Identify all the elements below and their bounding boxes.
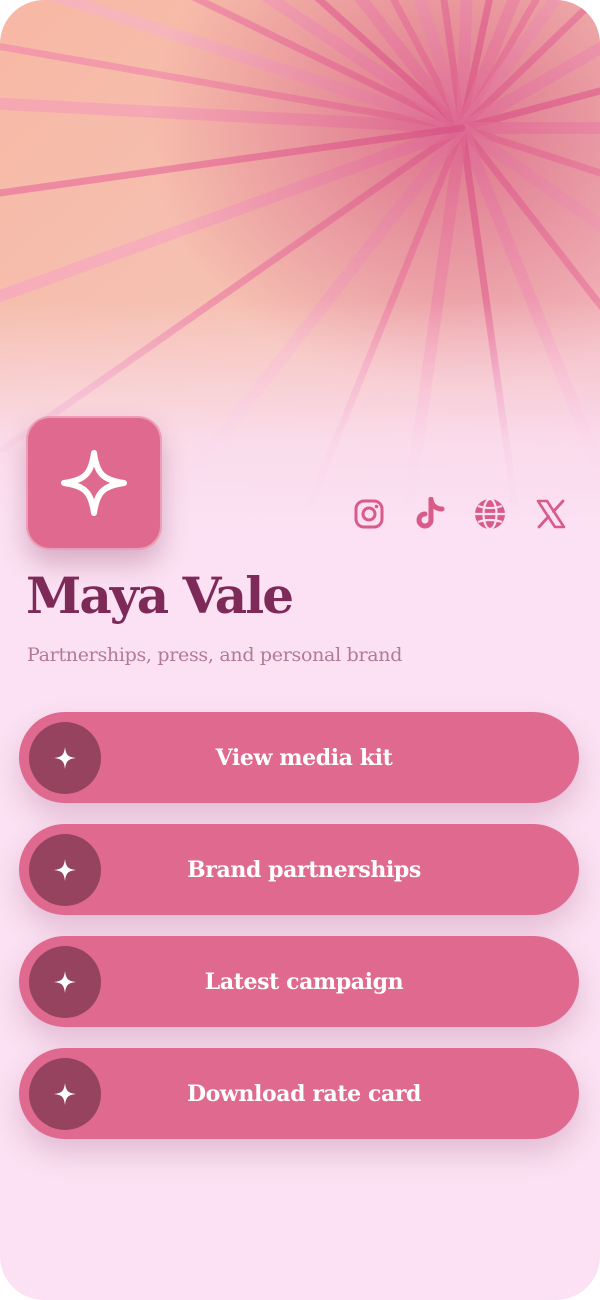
- link-label: View media kit: [215, 744, 393, 771]
- tiktok-icon[interactable]: [411, 495, 449, 533]
- link-button-brand-partnerships[interactable]: Brand partnerships: [19, 824, 579, 915]
- link-button-rate-card[interactable]: Download rate card: [19, 1048, 579, 1139]
- x-icon[interactable]: [532, 495, 570, 533]
- link-label: Latest campaign: [204, 968, 404, 995]
- sparkle-icon: [61, 450, 127, 516]
- brand-logo: [26, 416, 162, 550]
- profile-name: Maya Vale: [26, 566, 294, 625]
- link-button-media-kit[interactable]: View media kit: [19, 712, 579, 803]
- link-label: Download rate card: [186, 1080, 422, 1107]
- social-links: [350, 494, 570, 534]
- profile-tagline: Partnerships, press, and personal brand: [27, 644, 403, 666]
- instagram-icon[interactable]: [350, 495, 388, 533]
- globe-icon[interactable]: [471, 495, 509, 533]
- link-page: Maya Vale Partnerships, press, and perso…: [0, 0, 600, 1300]
- link-button-latest-campaign[interactable]: Latest campaign: [19, 936, 579, 1027]
- link-label: Brand partnerships: [187, 856, 421, 883]
- link-list: View media kit Brand partnerships Latest…: [19, 712, 579, 1160]
